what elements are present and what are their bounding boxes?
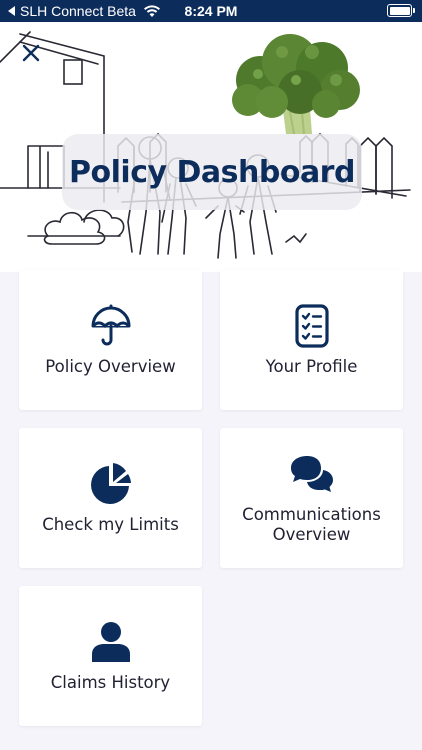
- check-my-limits-tile[interactable]: Check my Limits: [19, 428, 202, 568]
- tile-label: Your Profile: [265, 357, 358, 376]
- person-icon: [88, 619, 134, 665]
- clipboard-checklist-icon: [289, 303, 335, 349]
- tile-label: Policy Overview: [45, 357, 176, 376]
- pie-chart-icon: [88, 461, 134, 507]
- close-icon: [22, 44, 40, 62]
- tile-label: Check my Limits: [42, 515, 179, 534]
- close-button[interactable]: [20, 42, 42, 64]
- policy-overview-tile[interactable]: Policy Overview: [19, 270, 202, 410]
- broccoli-image: [232, 34, 360, 135]
- battery-icon: [387, 4, 415, 17]
- status-time: 8:24 PM: [184, 3, 238, 19]
- umbrella-icon: [88, 303, 134, 349]
- tile-label: Claims History: [50, 673, 171, 692]
- hero-banner: Policy Dashboard: [0, 22, 422, 272]
- claims-history-tile[interactable]: Claims History: [19, 586, 202, 726]
- chat-bubbles-icon: [289, 451, 335, 497]
- your-profile-tile[interactable]: Your Profile: [220, 270, 403, 410]
- page-title: Policy Dashboard: [69, 154, 355, 190]
- tile-label: Communications Overview: [242, 505, 381, 544]
- status-bar: SLH Connect Beta 8:24 PM: [0, 0, 422, 22]
- page-title-container: Policy Dashboard: [62, 134, 362, 210]
- communications-overview-tile[interactable]: Communications Overview: [220, 428, 403, 568]
